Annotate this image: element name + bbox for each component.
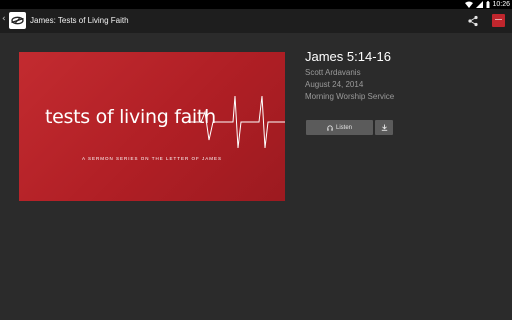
signal-icon [476, 1, 483, 8]
artwork-series-subtitle: A SERMON SERIES ON THE LETTER OF JAMES [82, 156, 222, 161]
page-title: James: Tests of Living Faith [30, 16, 129, 25]
headphones-icon [327, 124, 333, 131]
account-avatar[interactable] [492, 14, 505, 27]
listen-label: Listen [335, 124, 352, 131]
download-button[interactable] [375, 120, 393, 135]
sermon-service: Morning Worship Service [305, 92, 395, 101]
status-bar: 10:26 [0, 0, 512, 9]
battery-icon [486, 1, 490, 8]
sermon-date: August 24, 2014 [305, 80, 364, 89]
sermon-title: James 5:14-16 [305, 49, 391, 64]
back-button[interactable]: ‹ [2, 14, 6, 24]
download-icon [381, 124, 387, 131]
church-logo-icon[interactable] [9, 12, 26, 29]
action-bar: ‹ James: Tests of Living Faith [0, 9, 512, 33]
series-artwork: tests of living faith A SERMON SERIES ON… [19, 52, 285, 201]
status-time: 10:26 [492, 1, 510, 8]
heartbeat-line-graphic [187, 95, 285, 149]
status-icons [465, 0, 490, 9]
sermon-speaker: Scott Ardavanis [305, 68, 361, 77]
share-icon[interactable] [467, 15, 479, 27]
listen-button[interactable]: Listen [306, 120, 373, 135]
wifi-icon [465, 1, 473, 8]
sermon-details: James 5:14-16 Scott Ardavanis August 24,… [305, 49, 394, 103]
